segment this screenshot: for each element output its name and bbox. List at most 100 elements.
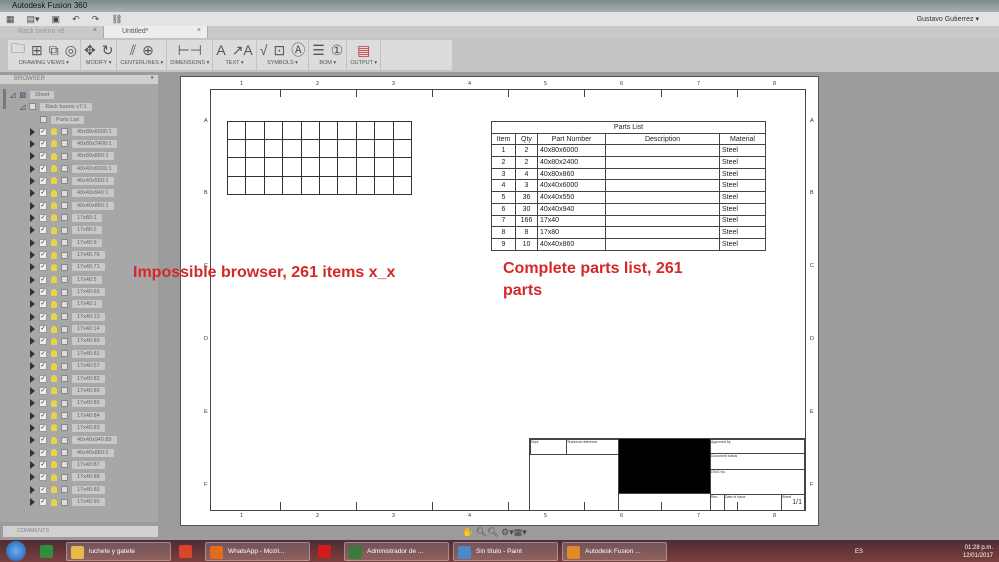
expand-icon[interactable] <box>30 362 35 371</box>
projected-view-icon[interactable]: ⧉ <box>49 42 59 59</box>
browser-item[interactable]: ✓ 17x40:90 <box>30 497 105 508</box>
visibility-checkbox[interactable]: ✓ <box>39 263 47 272</box>
light-bulb-icon[interactable] <box>51 165 57 173</box>
taskbar-item[interactable]: Autodesk Fusion ... <box>562 541 667 561</box>
browser-item[interactable]: ✓ 17x40:66 <box>30 287 105 298</box>
expand-icon[interactable] <box>30 448 35 457</box>
detail-view-icon[interactable]: ◎ <box>65 42 77 59</box>
expand-icon[interactable] <box>30 485 35 494</box>
browser-node-parts-list[interactable]: Parts List <box>40 114 84 125</box>
visibility-checkbox[interactable]: ✓ <box>39 164 47 173</box>
light-bulb-icon[interactable] <box>51 486 57 494</box>
light-bulb-icon[interactable] <box>51 300 57 308</box>
table-row[interactable]: 3 4 40x80x860 Steel <box>491 167 766 181</box>
taskbar-item[interactable]: Sin título - Paint <box>453 541 558 561</box>
light-bulb-icon[interactable] <box>51 473 57 481</box>
folder-icon[interactable]: 🗀 <box>11 38 25 62</box>
ribbon-group-label[interactable]: BOM ▾ <box>319 60 336 66</box>
expand-icon[interactable] <box>30 473 35 482</box>
taskbar-item[interactable]: luchete y gatete <box>66 541 171 561</box>
browser-item[interactable]: ✓ 40x80x2400:1 <box>30 138 117 149</box>
table-row[interactable]: 6 30 40x40x940 Steel <box>491 202 766 216</box>
rotate-icon[interactable]: ↻ <box>102 42 114 59</box>
visibility-checkbox[interactable]: ✓ <box>39 226 47 235</box>
table-icon[interactable]: ☰ <box>312 42 325 59</box>
browser-node-sheet[interactable]: ◿ ▧ Sheet <box>10 89 55 100</box>
text-icon[interactable]: A <box>216 42 225 58</box>
visibility-checkbox[interactable]: ✓ <box>39 436 47 445</box>
grid-settings-icon[interactable]: ▦▾ <box>514 527 527 537</box>
display-settings-icon[interactable]: ⚙▾ <box>501 527 514 537</box>
language-indicator[interactable]: ES <box>855 548 863 556</box>
light-bulb-icon[interactable] <box>51 350 57 358</box>
browser-item[interactable]: ✓ 17x40:81 <box>30 348 105 359</box>
clock-date[interactable]: 12/01/2017 <box>963 552 993 560</box>
light-bulb-icon[interactable] <box>51 177 57 185</box>
expand-icon[interactable] <box>30 436 35 445</box>
expand-icon[interactable] <box>30 275 35 284</box>
dimension-icon[interactable]: ⊢⊣ <box>178 42 202 59</box>
user-menu[interactable]: Gustavo Gutierrez ▾ <box>917 15 979 23</box>
visibility-checkbox[interactable]: ✓ <box>39 448 47 457</box>
tab-document[interactable]: Rack bueno v8 × <box>0 26 104 38</box>
save-icon[interactable]: ▣ <box>52 14 61 25</box>
light-bulb-icon[interactable] <box>51 128 57 135</box>
expand-icon[interactable] <box>30 411 35 420</box>
expand-icon[interactable] <box>30 251 35 259</box>
browser-item[interactable]: ✓ 17x40:84 <box>30 410 105 421</box>
visibility-checkbox[interactable]: ✓ <box>39 337 47 346</box>
expand-icon[interactable] <box>30 498 35 506</box>
light-bulb-icon[interactable] <box>51 251 57 259</box>
expand-icon[interactable] <box>30 288 35 297</box>
visibility-checkbox[interactable]: ✓ <box>39 127 47 136</box>
expand-icon[interactable] <box>30 386 35 395</box>
expand-icon[interactable] <box>30 164 35 173</box>
visibility-checkbox[interactable]: ✓ <box>39 152 47 161</box>
ribbon-group-label[interactable]: TEXT ▾ <box>225 60 243 66</box>
table-row[interactable]: 2 2 40x80x2400 Steel <box>491 156 766 169</box>
browser-item[interactable]: ✓ 17x40:86 <box>30 385 105 396</box>
clock-time[interactable]: 01:28 p.m. <box>963 544 993 552</box>
expand-icon[interactable] <box>30 238 35 247</box>
light-bulb-icon[interactable] <box>51 399 57 407</box>
browser-item[interactable]: ✓ 40x80x6000:1 <box>30 126 117 137</box>
ribbon-group-label[interactable]: SYMBOLS ▾ <box>267 60 298 66</box>
ribbon-group-label[interactable]: CENTERLINES ▾ <box>120 60 163 66</box>
light-bulb-icon[interactable] <box>51 226 57 234</box>
browser-item[interactable]: ✓ 17x40:57 <box>30 361 105 372</box>
close-icon[interactable]: × <box>93 27 97 34</box>
taskbar-item[interactable]: Administrador de ... <box>344 541 449 561</box>
visibility-checkbox[interactable]: ✓ <box>39 300 47 309</box>
table-row[interactable]: 1 2 40x80x6000 Steel <box>491 144 766 158</box>
browser-item[interactable]: ✓ 17x40:76 <box>30 250 105 261</box>
file-menu-icon[interactable]: ▤▾ <box>27 14 40 25</box>
taskbar-item[interactable] <box>175 542 201 561</box>
redo-icon[interactable]: ↷ <box>92 14 100 25</box>
expand-icon[interactable] <box>30 201 35 210</box>
visibility-checkbox[interactable]: ✓ <box>39 374 47 383</box>
visibility-checkbox[interactable]: ✓ <box>39 312 47 321</box>
ribbon-group-label[interactable]: DIMENSIONS ▾ <box>170 60 209 66</box>
visibility-checkbox[interactable]: ✓ <box>39 411 47 420</box>
light-bulb-icon[interactable] <box>51 288 57 296</box>
browser-item[interactable]: ✓ 17x40:89 <box>30 484 105 495</box>
light-bulb-icon[interactable] <box>51 214 57 222</box>
surface-texture-icon[interactable]: √ <box>260 42 268 58</box>
feature-control-frame-icon[interactable]: ⊡ <box>273 42 285 59</box>
tab-document[interactable]: Untitled* × <box>104 26 208 38</box>
visibility-checkbox[interactable]: ✓ <box>39 189 47 198</box>
expand-icon[interactable] <box>30 423 35 432</box>
expand-icon[interactable] <box>30 176 35 185</box>
visibility-checkbox[interactable]: ✓ <box>39 176 47 185</box>
light-bulb-icon[interactable] <box>51 325 57 333</box>
visibility-checkbox[interactable]: ✓ <box>39 251 47 259</box>
table-row[interactable]: 9 10 40x40x860 Steel <box>491 237 766 251</box>
expand-icon[interactable] <box>30 325 35 334</box>
comments-panel[interactable]: COMMENTS <box>3 526 158 537</box>
browser-item[interactable]: ✓ 17x40:82 <box>30 373 105 384</box>
light-bulb-icon[interactable] <box>51 239 57 247</box>
expand-icon[interactable] <box>30 127 35 136</box>
browser-item[interactable]: ✓ 17x40:13 <box>30 311 105 322</box>
expand-icon[interactable] <box>30 399 35 408</box>
expand-icon[interactable] <box>30 139 35 148</box>
